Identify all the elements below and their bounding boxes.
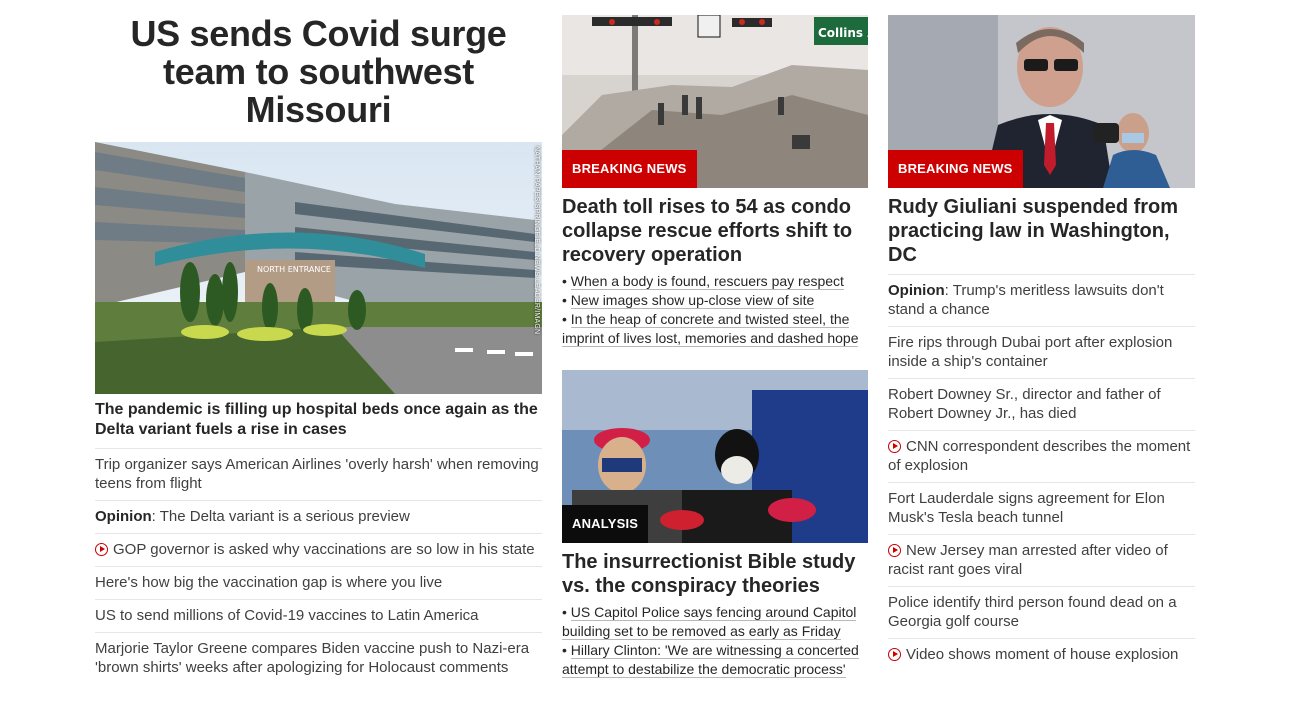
- story-text: : The Delta variant is a serious preview: [151, 508, 410, 525]
- opinion-label: Opinion: [888, 282, 945, 299]
- analysis-badge: ANALYSIS: [562, 505, 649, 543]
- related-link[interactable]: • US Capitol Police says fencing around …: [562, 603, 868, 641]
- play-circle-icon: [888, 440, 901, 453]
- insurrectionist-headline[interactable]: The insurrectionist Bible study vs. the …: [562, 550, 868, 598]
- story-link[interactable]: Here's how big the vaccination gap is wh…: [95, 566, 542, 599]
- giuliani-headline[interactable]: Rudy Giuliani suspended from practicing …: [888, 195, 1195, 267]
- story-link[interactable]: Fire rips through Dubai port after explo…: [888, 326, 1195, 378]
- story-link[interactable]: Marjorie Taylor Greene compares Biden va…: [95, 632, 542, 684]
- story-link[interactable]: New Jersey man arrested after video of r…: [888, 534, 1195, 586]
- related-link[interactable]: • When a body is found, rescuers pay res…: [562, 272, 868, 291]
- related-link-text: New images show up-close view of site: [570, 292, 815, 309]
- story-text: New Jersey man arrested after video of r…: [888, 542, 1168, 578]
- related-link[interactable]: • Hillary Clinton: 'We are witnessing a …: [562, 641, 868, 679]
- story-text: Video shows moment of house explosion: [906, 646, 1179, 663]
- related-link[interactable]: • New images show up-close view of site: [562, 291, 868, 310]
- play-circle-icon: [888, 648, 901, 661]
- story-link[interactable]: Robert Downey Sr., director and father o…: [888, 378, 1195, 430]
- related-link-text: When a body is found, rescuers pay respe…: [570, 273, 844, 290]
- story-link[interactable]: GOP governor is asked why vaccinations a…: [95, 533, 542, 566]
- story-text: US to send millions of Covid-19 vaccines…: [95, 607, 479, 624]
- related-link-text: US Capitol Police says fencing around Ca…: [562, 604, 857, 640]
- play-circle-icon: [95, 543, 108, 556]
- story-text: Police identify third person found dead …: [888, 594, 1177, 630]
- opinion-label: Opinion: [95, 508, 152, 525]
- condo-related-links: • When a body is found, rescuers pay res…: [562, 272, 868, 348]
- play-circle-icon: [888, 544, 901, 557]
- condo-collapse-photo[interactable]: Collins A BREAKING NEWS: [562, 15, 868, 188]
- story-text: Here's how big the vaccination gap is wh…: [95, 574, 443, 591]
- image-credit: NATHAN PAPES/SPRINGFIELD NEWS-LEADER/IMA…: [533, 146, 540, 335]
- capitol-riot-photo[interactable]: ANALYSIS: [562, 370, 868, 543]
- story-link[interactable]: Police identify third person found dead …: [888, 586, 1195, 638]
- left-column: US sends Covid surge team to southwest M…: [95, 0, 542, 676]
- related-link-text: In the heap of concrete and twisted stee…: [562, 311, 859, 347]
- image-sign-text: NORTH ENTRANCE: [257, 265, 331, 274]
- story-text: Fort Lauderdale signs agreement for Elon…: [888, 490, 1165, 526]
- hero-headline[interactable]: The pandemic is filling up hospital beds…: [95, 400, 542, 440]
- story-text: Fire rips through Dubai port after explo…: [888, 334, 1173, 370]
- story-link[interactable]: CNN correspondent describes the moment o…: [888, 430, 1195, 482]
- hero-title[interactable]: US sends Covid surge team to southwest M…: [95, 15, 542, 129]
- story-link[interactable]: Fort Lauderdale signs agreement for Elon…: [888, 482, 1195, 534]
- related-link-text: Hillary Clinton: 'We are witnessing a co…: [562, 642, 859, 678]
- related-link[interactable]: • In the heap of concrete and twisted st…: [562, 310, 868, 348]
- story-text: GOP governor is asked why vaccinations a…: [113, 541, 535, 558]
- story-link[interactable]: Opinion: Trump's meritless lawsuits don'…: [888, 274, 1195, 326]
- story-text: Robert Downey Sr., director and father o…: [888, 386, 1161, 422]
- street-sign-text: Collins A: [818, 26, 868, 40]
- story-text: Trip organizer says American Airlines 'o…: [95, 456, 539, 492]
- story-link[interactable]: Trip organizer says American Airlines 'o…: [95, 448, 542, 500]
- breaking-news-badge: BREAKING NEWS: [562, 150, 697, 188]
- insurrection-related-links: • US Capitol Police says fencing around …: [562, 603, 868, 679]
- story-text: CNN correspondent describes the moment o…: [888, 438, 1191, 474]
- story-link[interactable]: Opinion: The Delta variant is a serious …: [95, 500, 542, 533]
- giuliani-photo[interactable]: BREAKING NEWS: [888, 15, 1195, 188]
- left-story-list: Trip organizer says American Airlines 'o…: [95, 448, 542, 684]
- story-text: Marjorie Taylor Greene compares Biden va…: [95, 640, 530, 676]
- right-story-list: Opinion: Trump's meritless lawsuits don'…: [888, 274, 1195, 671]
- condo-collapse-headline[interactable]: Death toll rises to 54 as condo collapse…: [562, 195, 868, 267]
- breaking-news-badge-right: BREAKING NEWS: [888, 150, 1023, 188]
- hospital-photo[interactable]: NORTH ENTRANCE NATHAN PAPES/SPRINGFIELD …: [95, 142, 542, 394]
- story-link[interactable]: Video shows moment of house explosion: [888, 638, 1195, 671]
- story-link[interactable]: US to send millions of Covid-19 vaccines…: [95, 599, 542, 632]
